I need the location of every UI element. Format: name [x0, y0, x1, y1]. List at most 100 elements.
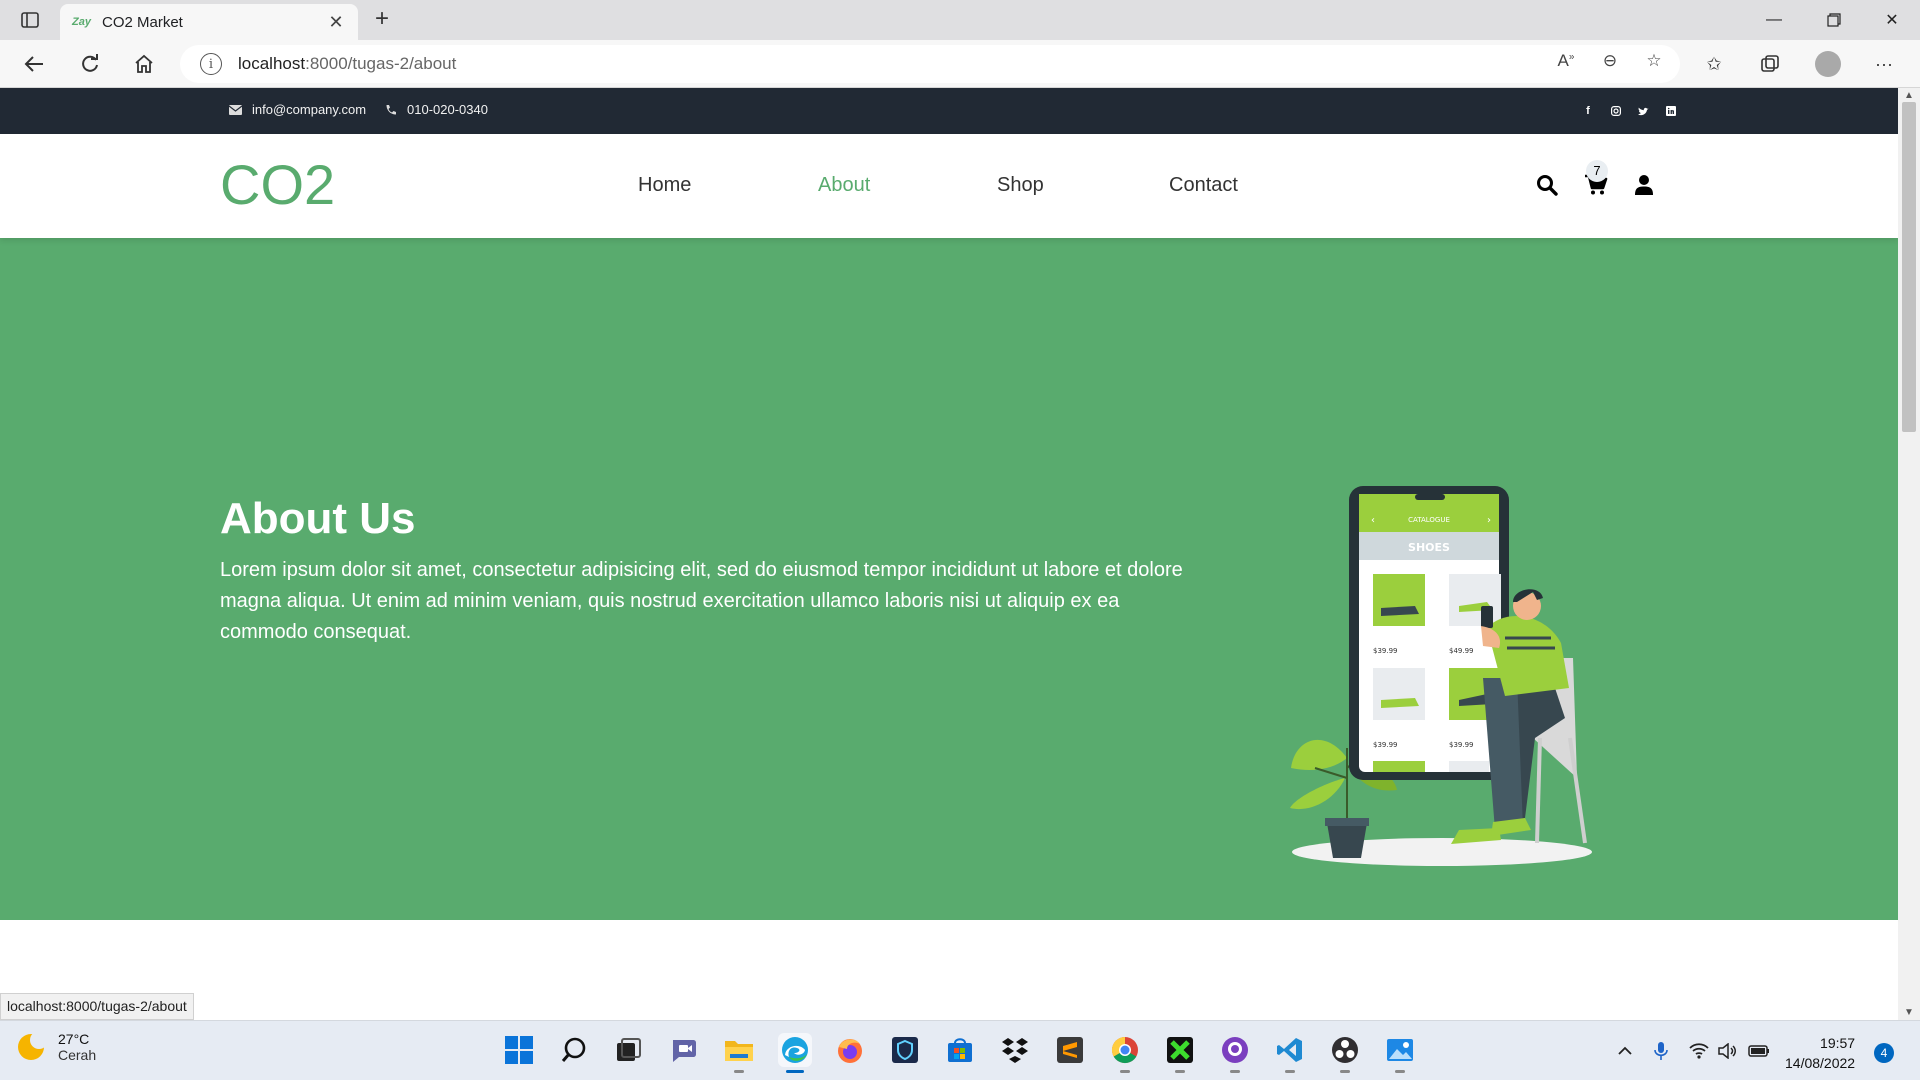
zoom-out-icon[interactable]: ⊖: [1588, 51, 1632, 71]
running-indicator: [1285, 1070, 1295, 1073]
running-indicator: [1395, 1070, 1405, 1073]
teams-chat-button[interactable]: [667, 1033, 701, 1067]
sublime-text-button[interactable]: [1053, 1033, 1087, 1067]
search-taskbar-button[interactable]: [557, 1033, 591, 1067]
shield-app-icon: [892, 1037, 918, 1063]
shopping-illustration: CATALOGUE ‹ › SHOES $39.99 $49.99 $39.99…: [1290, 486, 1592, 866]
photos-button[interactable]: [1383, 1033, 1417, 1073]
phone-text: 010-020-0340: [407, 102, 488, 117]
show-hidden-icons-button[interactable]: [1612, 1039, 1638, 1063]
phone-link[interactable]: 010-020-0340: [385, 102, 488, 117]
new-tab-button[interactable]: +: [368, 6, 396, 34]
refresh-button[interactable]: [72, 48, 108, 80]
site-info-icon[interactable]: i: [200, 53, 222, 75]
microphone-icon: [1654, 1042, 1668, 1060]
running-indicator: [1340, 1070, 1350, 1073]
svg-text:‹: ‹: [1371, 515, 1375, 526]
github-desktop-button[interactable]: [1218, 1033, 1252, 1073]
firefox-icon: [838, 1039, 862, 1063]
microsoft-store-button[interactable]: [943, 1033, 977, 1067]
chrome-icon: [1111, 1036, 1138, 1064]
weather-moon-icon: [18, 1031, 48, 1060]
start-button[interactable]: [502, 1033, 536, 1067]
refresh-icon: [82, 54, 98, 72]
facebook-icon[interactable]: f: [1580, 103, 1596, 119]
green-app-button[interactable]: [1163, 1033, 1197, 1073]
phone-icon: [386, 104, 396, 114]
wifi-button[interactable]: [1686, 1039, 1712, 1063]
dropbox-button[interactable]: [998, 1033, 1032, 1067]
twitter-icon[interactable]: [1635, 103, 1651, 119]
nav-home[interactable]: Home: [638, 174, 691, 197]
nav-about[interactable]: About: [818, 174, 870, 197]
settings-menu-button[interactable]: ···: [1862, 48, 1906, 80]
windows-taskbar: 27°C Cerah 19:57 14/08/2022 4: [0, 1020, 1920, 1080]
page-scrollbar[interactable]: ▲ ▼: [1898, 88, 1920, 1020]
tab-actions-button[interactable]: [14, 8, 46, 32]
task-view-icon: [617, 1038, 641, 1061]
tab-actions-icon: [21, 12, 39, 28]
search-icon: [1537, 175, 1558, 196]
obs-button[interactable]: [1328, 1033, 1362, 1073]
close-window-button[interactable]: ✕: [1864, 0, 1920, 40]
instagram-icon[interactable]: [1608, 103, 1624, 119]
address-bar[interactable]: i localhost:8000/tugas-2/about A» ⊖ ☆: [180, 45, 1680, 83]
restore-icon: [1827, 13, 1841, 27]
about-hero-section: About Us Lorem ipsum dolor sit amet, con…: [0, 238, 1898, 920]
search-button[interactable]: [1533, 171, 1561, 199]
firefox-button[interactable]: [833, 1033, 867, 1067]
edge-button[interactable]: [778, 1033, 812, 1073]
microphone-button[interactable]: [1648, 1039, 1674, 1063]
chat-icon: [673, 1040, 696, 1062]
link-status-bar: localhost:8000/tugas-2/about: [0, 993, 194, 1020]
wifi-icon: [1689, 1043, 1709, 1059]
volume-button[interactable]: [1715, 1039, 1741, 1063]
minimize-button[interactable]: —: [1746, 0, 1802, 40]
running-indicator: [1175, 1070, 1185, 1073]
add-favorite-icon[interactable]: ☆: [1632, 51, 1676, 71]
active-indicator: [786, 1070, 804, 1073]
home-button[interactable]: [126, 48, 162, 80]
main-navbar: CO2 Home About Shop Contact 7: [0, 134, 1898, 238]
nav-shop[interactable]: Shop: [997, 174, 1044, 197]
edge-icon: [782, 1037, 808, 1063]
vscode-button[interactable]: [1273, 1033, 1307, 1073]
cart-count-badge: 7: [1586, 160, 1608, 182]
weather-desc: Cerah: [58, 1047, 97, 1063]
battery-button[interactable]: [1746, 1039, 1772, 1063]
dropbox-icon: [1002, 1038, 1028, 1063]
svg-text:›: ›: [1487, 515, 1491, 526]
read-aloud-icon[interactable]: A»: [1544, 51, 1588, 71]
site-logo[interactable]: CO2: [220, 152, 335, 217]
favorites-icon: ✩: [1706, 53, 1722, 74]
app-shield-button[interactable]: [888, 1033, 922, 1067]
file-explorer-button[interactable]: [722, 1033, 756, 1073]
scroll-thumb[interactable]: [1902, 102, 1916, 432]
weather-widget[interactable]: 27°C Cerah: [18, 1031, 96, 1063]
email-text: info@company.com: [252, 102, 367, 117]
github-icon: [1222, 1037, 1248, 1063]
home-icon: [135, 54, 153, 73]
notification-badge[interactable]: 4: [1874, 1043, 1894, 1063]
email-link[interactable]: info@company.com: [229, 102, 366, 117]
chrome-button[interactable]: [1108, 1033, 1142, 1073]
account-button[interactable]: [1630, 171, 1658, 199]
nav-contact[interactable]: Contact: [1169, 174, 1238, 197]
taskbar-clock[interactable]: 19:57 14/08/2022: [1785, 1033, 1855, 1073]
restore-button[interactable]: [1806, 0, 1862, 40]
favorites-button[interactable]: ✩: [1692, 48, 1736, 80]
tab-close-icon[interactable]: ✕: [326, 12, 346, 33]
collections-button[interactable]: [1748, 48, 1792, 80]
task-view-button[interactable]: [611, 1033, 645, 1067]
back-button[interactable]: [16, 48, 52, 80]
linkedin-icon[interactable]: [1663, 103, 1679, 119]
web-page: info@company.com 010-020-0340 f CO2 Home…: [0, 88, 1898, 1020]
browser-tab[interactable]: Zay CO2 Market ✕: [60, 4, 358, 40]
store-icon: [948, 1038, 972, 1062]
illustration-category-label: SHOES: [1408, 541, 1450, 554]
profile-button[interactable]: [1806, 48, 1850, 80]
scroll-down-arrow[interactable]: ▼: [1898, 1007, 1920, 1018]
running-indicator: [734, 1070, 744, 1073]
illustration-price-2: $49.99: [1449, 647, 1474, 655]
scroll-up-arrow[interactable]: ▲: [1898, 90, 1920, 101]
